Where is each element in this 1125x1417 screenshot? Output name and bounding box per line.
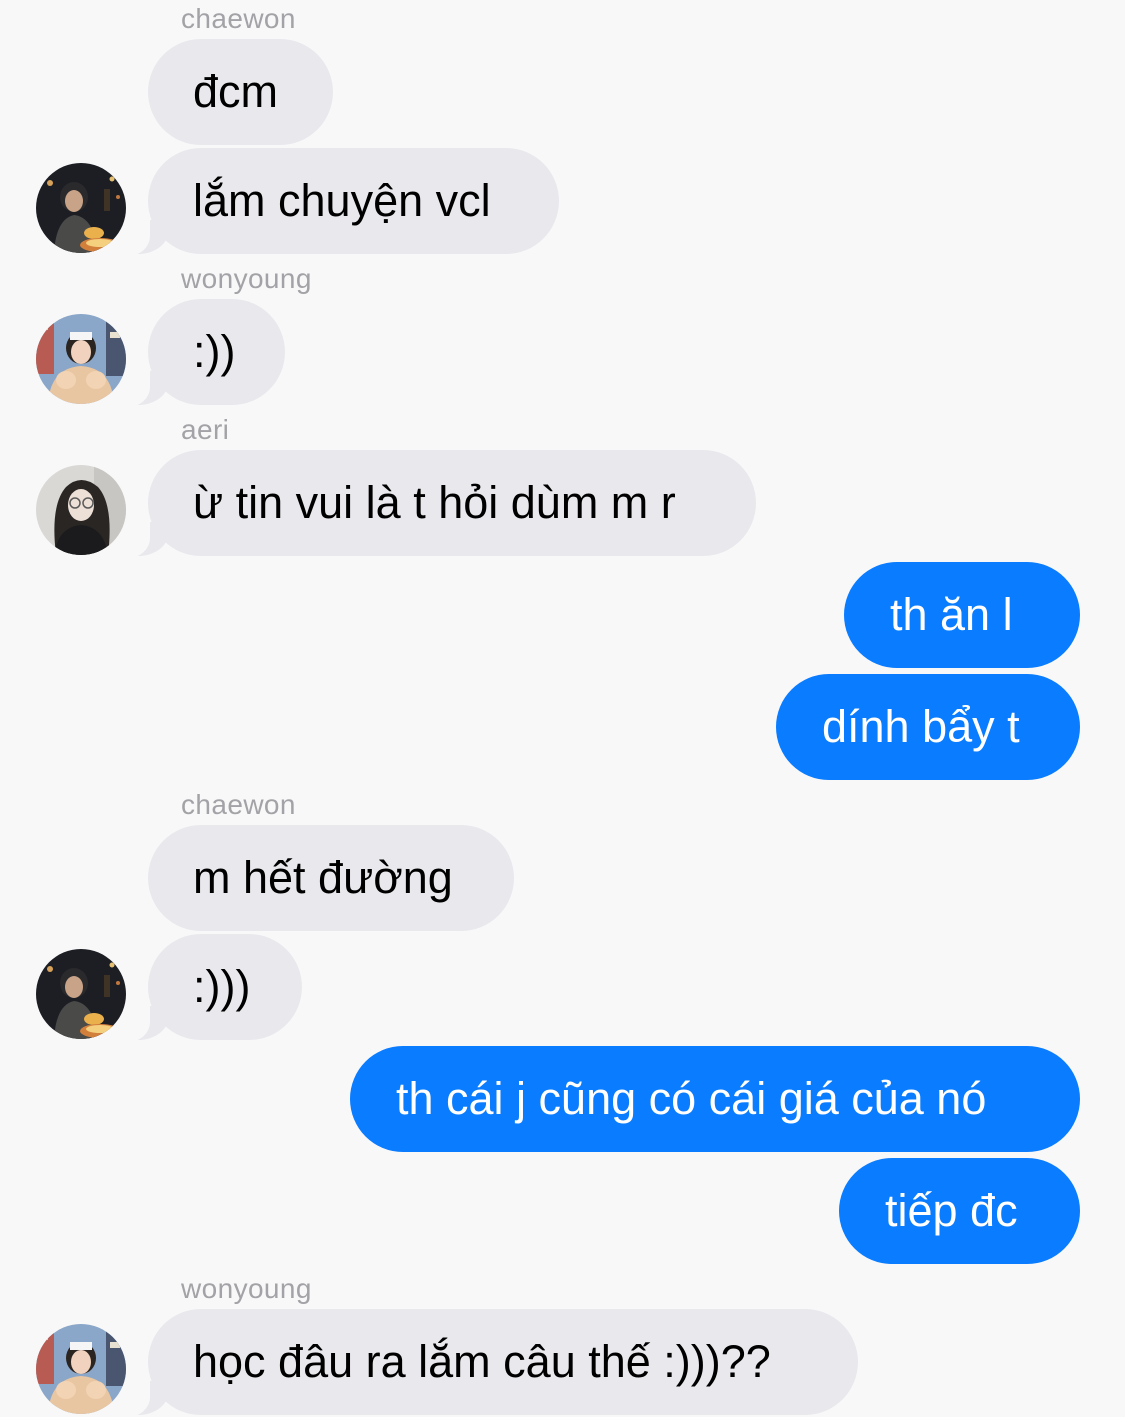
sender-name: aeri — [181, 414, 230, 445]
sender-name: chaewon — [181, 789, 296, 820]
avatar-photo-icon — [36, 314, 126, 404]
sender-name: wonyoung — [181, 263, 312, 294]
incoming-message-bubble[interactable]: m hết đường — [148, 825, 514, 931]
incoming-message-bubble[interactable]: :))) — [114, 934, 302, 1042]
avatar[interactable] — [36, 163, 126, 253]
avatar[interactable] — [36, 949, 126, 1039]
avatar-photo-icon — [36, 949, 126, 1039]
sender-name: wonyoung — [181, 1273, 312, 1304]
avatar[interactable] — [36, 465, 126, 555]
avatar[interactable] — [36, 1324, 126, 1414]
outgoing-message-bubble[interactable]: dính bẩy t — [776, 674, 1080, 780]
avatar-photo-icon — [36, 1324, 126, 1414]
sender-name: chaewon — [181, 3, 296, 34]
avatar[interactable] — [36, 314, 126, 404]
outgoing-message-bubble[interactable]: th cái j cũng có cái giá của nó — [350, 1046, 1080, 1152]
incoming-message-bubble[interactable]: học đâu ra lắm câu thế :)))?? — [114, 1309, 858, 1417]
incoming-message-bubble[interactable]: ừ tin vui là t hỏi dùm m r — [114, 450, 756, 558]
outgoing-message-bubble[interactable]: th ăn l — [844, 562, 1080, 668]
incoming-message-bubble[interactable]: lắm chuyện vcl — [114, 148, 559, 256]
incoming-message-bubble[interactable]: đcm — [148, 39, 333, 145]
avatar-photo-icon — [36, 163, 126, 253]
incoming-message-bubble[interactable]: :)) — [114, 299, 285, 407]
avatar-photo-icon — [36, 465, 126, 555]
outgoing-message-bubble[interactable]: tiếp đc — [839, 1158, 1080, 1264]
